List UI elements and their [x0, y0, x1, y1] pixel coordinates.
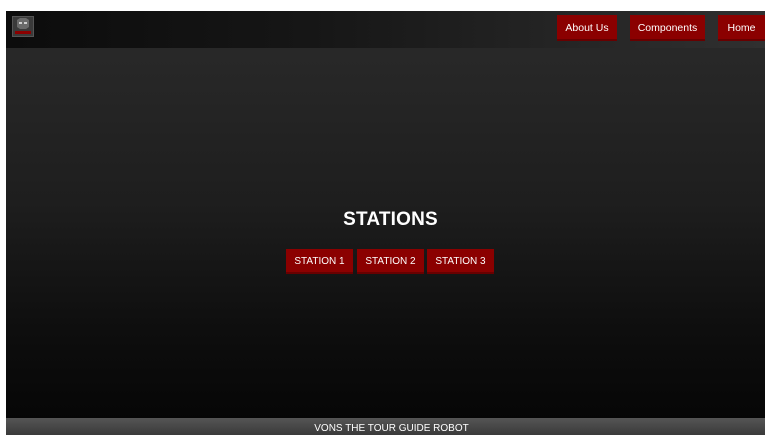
stations-title: STATIONS	[343, 209, 438, 230]
app-frame: About Us Components Home STATIONS STATIO…	[6, 11, 765, 435]
nav-about-us-button[interactable]: About Us	[557, 15, 617, 41]
robot-head-icon	[15, 18, 31, 34]
station-2-button[interactable]: STATION 2	[357, 249, 424, 274]
navbar: About Us Components Home	[6, 11, 765, 48]
station-1-button[interactable]: STATION 1	[286, 249, 353, 274]
nav-home-button[interactable]: Home	[718, 15, 765, 41]
station-3-button[interactable]: STATION 3	[427, 249, 494, 274]
nav-components-button[interactable]: Components	[630, 15, 705, 41]
footer-text: VONS THE TOUR GUIDE ROBOT	[314, 423, 469, 434]
footer: VONS THE TOUR GUIDE ROBOT	[6, 418, 765, 435]
logo-icon[interactable]	[12, 16, 34, 37]
